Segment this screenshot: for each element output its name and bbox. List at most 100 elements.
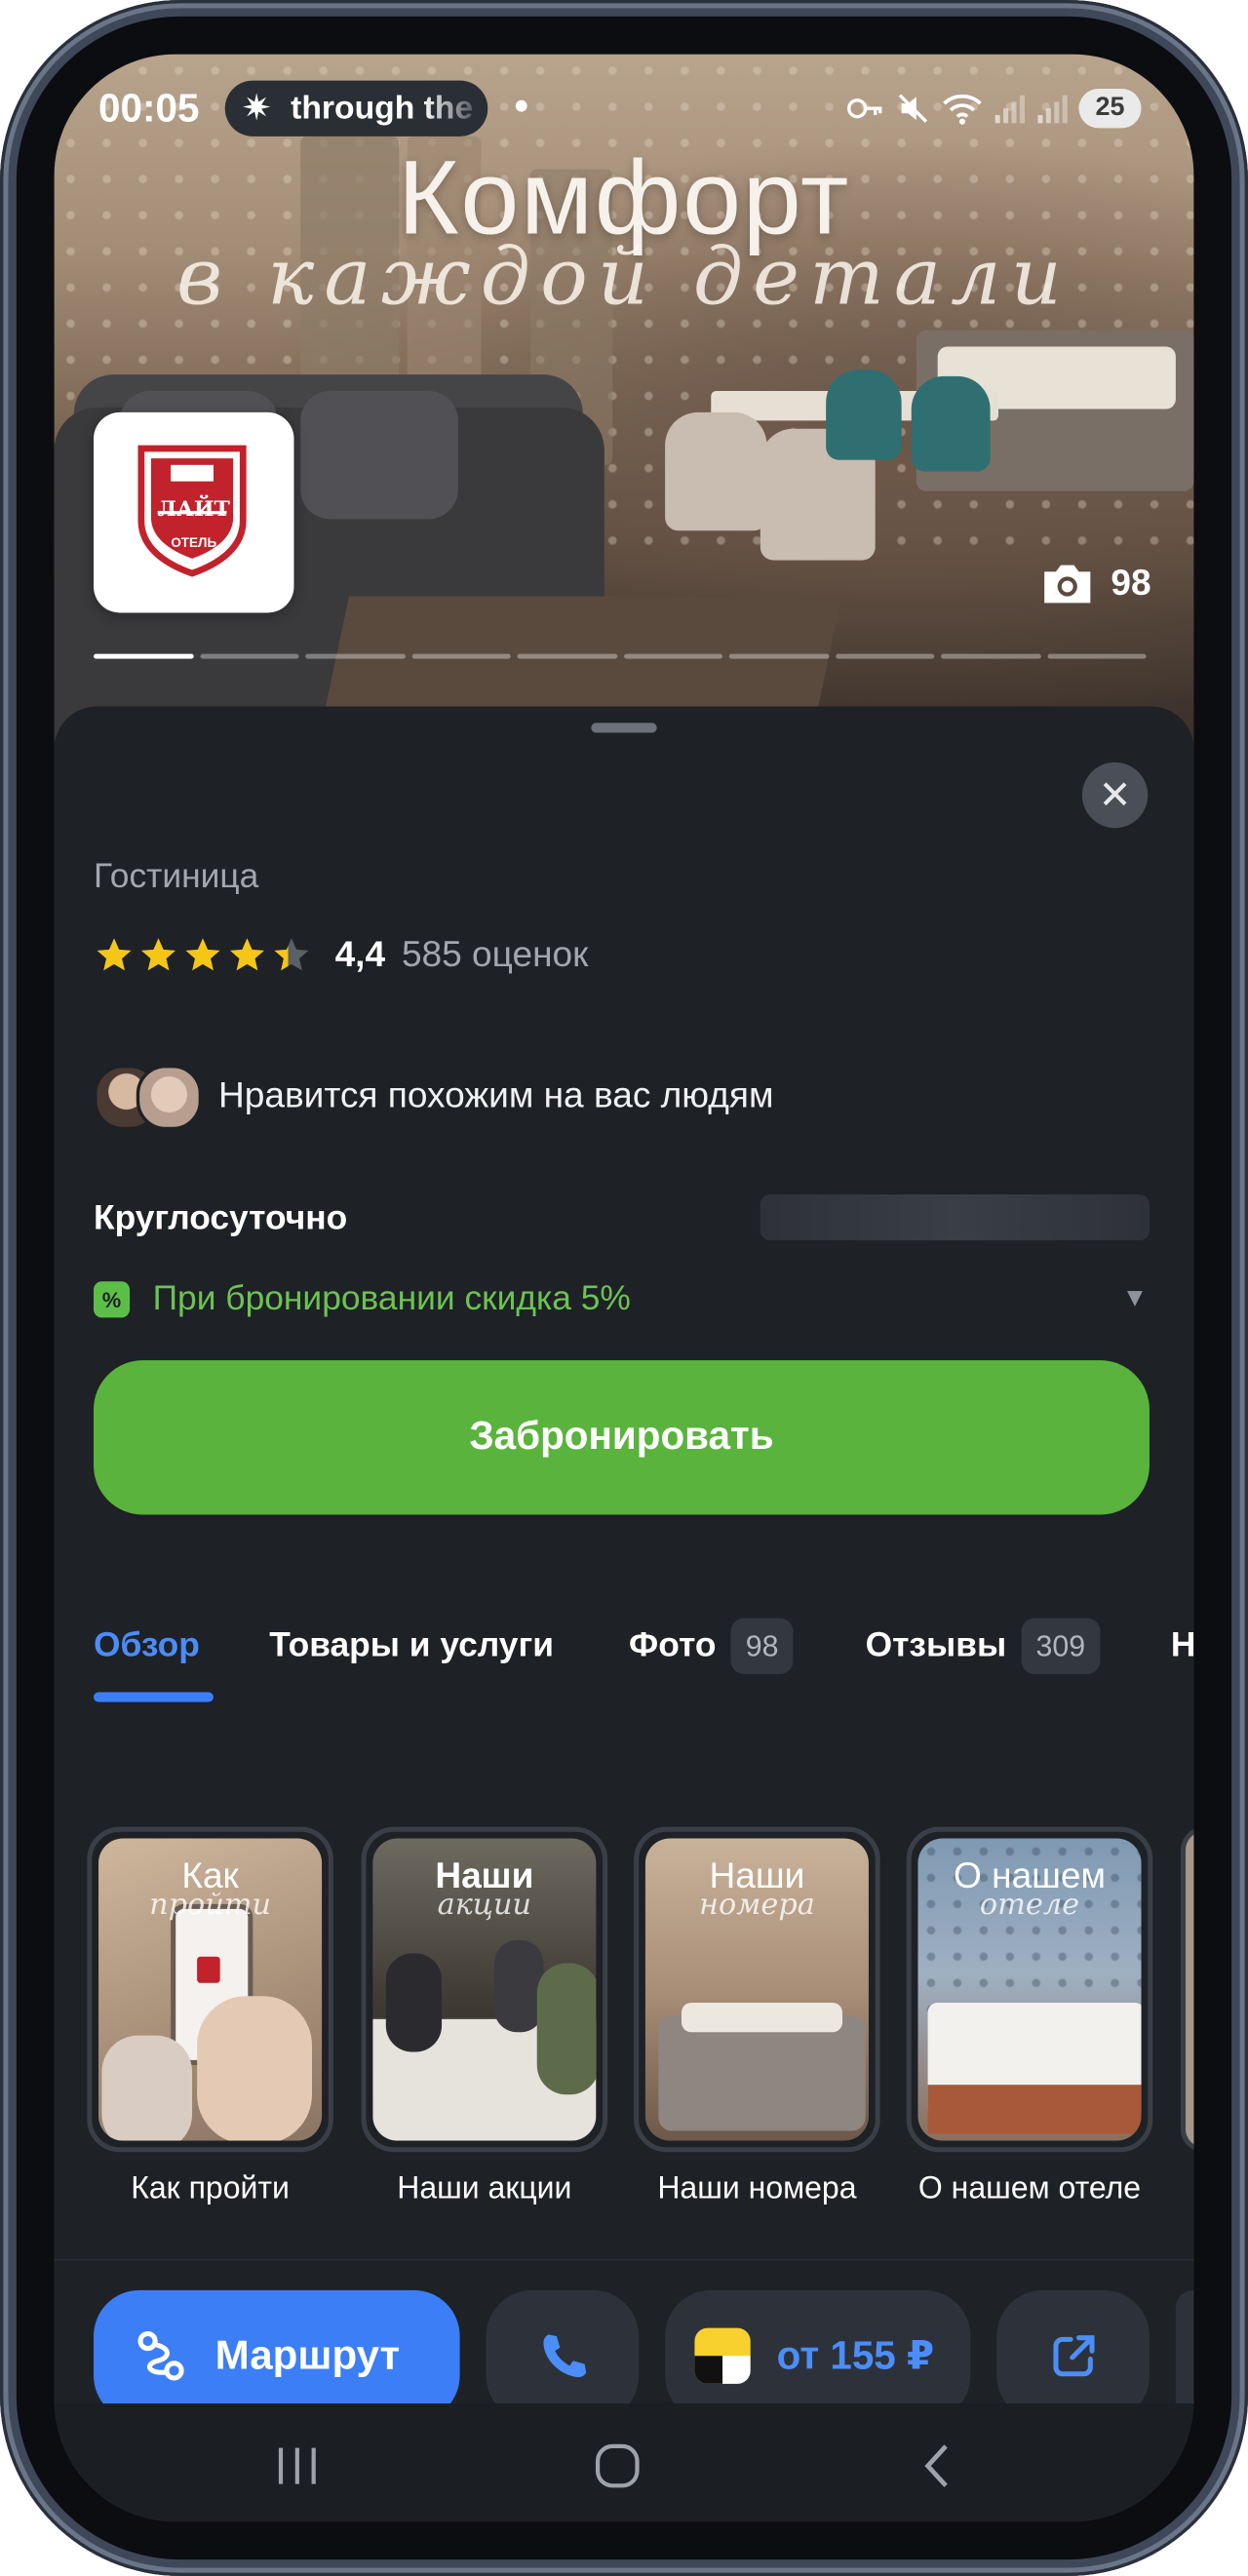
story-label: Наши акции xyxy=(397,2171,572,2206)
story-promotions[interactable]: Наши акции Наши акции xyxy=(361,1826,608,2206)
hotel-logo-name: ЛАЙТ xyxy=(157,497,230,523)
tab-photos[interactable]: Фото 98 xyxy=(629,1614,794,1679)
avatar xyxy=(136,1064,203,1131)
gallery-progress-segment xyxy=(835,653,935,659)
star-icon xyxy=(185,937,220,970)
route-button[interactable]: Маршрут xyxy=(93,2289,460,2422)
more-button-peek[interactable] xyxy=(1175,2289,1194,2422)
social-proof[interactable]: Нравится похожим на вас людям xyxy=(93,1064,774,1131)
notification-dot xyxy=(515,99,527,112)
story-about-hotel[interactable]: О нашем отеле О нашем отеле xyxy=(906,1826,1153,2206)
story-next-peek[interactable] xyxy=(1180,1826,1194,2153)
camera-icon xyxy=(1043,565,1090,604)
sofa-cushion xyxy=(300,391,458,520)
bed-frame xyxy=(927,2085,1142,2134)
external-link-icon xyxy=(1052,2335,1094,2377)
route-icon xyxy=(137,2330,184,2381)
home-button[interactable] xyxy=(585,2437,650,2496)
tab-goods-services[interactable]: Товары и услуги xyxy=(269,1614,554,1679)
star-icon xyxy=(274,937,309,970)
tab-overview[interactable]: Обзор xyxy=(94,1614,200,1679)
media-notification[interactable]: ✷ through the xyxy=(224,80,488,137)
star-icon xyxy=(229,937,265,970)
gallery-progress-segment xyxy=(623,653,723,659)
person xyxy=(385,1953,443,2052)
place-category: Гостиница xyxy=(93,857,259,896)
close-button[interactable]: ✕ xyxy=(1081,761,1149,829)
promo-text: При бронировании скидка 5% xyxy=(152,1279,631,1318)
tab-label: Фото xyxy=(629,1626,717,1664)
photo-count[interactable]: 98 xyxy=(1038,561,1151,606)
close-icon: ✕ xyxy=(1098,772,1132,818)
bed xyxy=(658,2015,866,2131)
chair xyxy=(826,370,902,460)
tab-more[interactable]: Н xyxy=(1171,1614,1194,1679)
hero-script: в каждой детали xyxy=(176,231,1072,324)
gallery-progress-segment xyxy=(517,653,617,659)
discount-icon: % xyxy=(93,1281,131,1318)
story-directions[interactable]: Как пройти Как пройти xyxy=(87,1826,333,2206)
taxi-icon xyxy=(694,2327,751,2384)
tab-label: Обзор xyxy=(93,1626,200,1664)
hero-photo[interactable]: Комфорт в каждой детали 00:05 ✷ through … xyxy=(54,54,1194,745)
story-script: номера xyxy=(699,1888,815,1923)
star-icon xyxy=(97,937,132,970)
tab-reviews[interactable]: Отзывы 309 xyxy=(866,1614,1101,1679)
gallery-progress-segment xyxy=(93,653,193,659)
tab-label: Отзывы xyxy=(865,1626,1007,1664)
chair xyxy=(665,411,767,531)
screen: Комфорт в каждой детали 00:05 ✷ through … xyxy=(54,54,1194,2522)
chair xyxy=(911,375,991,472)
rating-count: 585 оценок xyxy=(401,933,589,975)
gallery-progress xyxy=(93,653,1147,659)
back-icon xyxy=(924,2444,948,2487)
opening-hours[interactable]: Круглосуточно xyxy=(94,1199,347,1238)
gallery-progress-segment xyxy=(199,653,299,659)
rating-row[interactable]: 4,4 585 оценок xyxy=(94,933,588,976)
key-icon xyxy=(847,98,882,119)
tab-label: Н xyxy=(1170,1626,1194,1664)
avatar-group xyxy=(93,1064,203,1131)
story-rooms[interactable]: Наши номера Наши номера xyxy=(634,1826,880,2206)
gallery-progress-segment xyxy=(305,653,406,659)
story-label: Наши номера xyxy=(657,2171,857,2206)
story-script: акции xyxy=(437,1888,532,1923)
recent-apps-button[interactable] xyxy=(264,2437,330,2496)
tab-label: Товары и услуги xyxy=(269,1626,554,1664)
story-script: отеле xyxy=(979,1888,1080,1923)
system-nav-bar xyxy=(54,2403,1194,2522)
sleeve xyxy=(101,2035,193,2141)
mute-icon xyxy=(898,94,928,123)
battery-icon: 25 xyxy=(1078,88,1142,129)
sheet-grabber[interactable] xyxy=(591,722,657,733)
tab-badge: 98 xyxy=(730,1618,794,1674)
hours-detail-placeholder xyxy=(760,1193,1150,1241)
status-icons: 25 xyxy=(845,84,1142,134)
book-button[interactable]: Забронировать xyxy=(93,1360,1150,1515)
chevron-down-icon: ▼ xyxy=(1121,1284,1149,1313)
signal-icon xyxy=(994,95,1025,124)
status-time: 00:05 xyxy=(98,87,200,132)
hotel-logo[interactable]: ЛАЙТ ОТЕЛЬ xyxy=(93,411,294,613)
pillows xyxy=(681,2002,842,2033)
gallery-progress-segment xyxy=(410,653,511,659)
gallery-progress-segment xyxy=(728,653,829,659)
recents-icon xyxy=(278,2447,316,2484)
story-label: Как пройти xyxy=(131,2171,290,2206)
star-icon xyxy=(140,937,176,970)
story-label: О нашем отеле xyxy=(917,2171,1142,2206)
social-proof-text: Нравится похожим на вас людям xyxy=(217,1073,774,1116)
share-button[interactable] xyxy=(996,2289,1150,2422)
taxi-button[interactable]: от 155 ₽ xyxy=(665,2289,971,2422)
promo-row[interactable]: % При бронировании скидка 5% ▼ xyxy=(93,1279,1149,1319)
taxi-price: от 155 ₽ xyxy=(776,2333,935,2378)
hand xyxy=(197,1996,312,2141)
call-button[interactable] xyxy=(486,2289,640,2422)
wifi-icon xyxy=(943,94,982,125)
back-button[interactable] xyxy=(905,2437,970,2496)
home-icon xyxy=(595,2443,640,2488)
rating-stars xyxy=(94,934,312,975)
hotel-logo-sub: ОТЕЛЬ xyxy=(171,535,217,551)
photo-count-value: 98 xyxy=(1111,562,1151,604)
sparkle-icon: ✷ xyxy=(241,87,272,129)
